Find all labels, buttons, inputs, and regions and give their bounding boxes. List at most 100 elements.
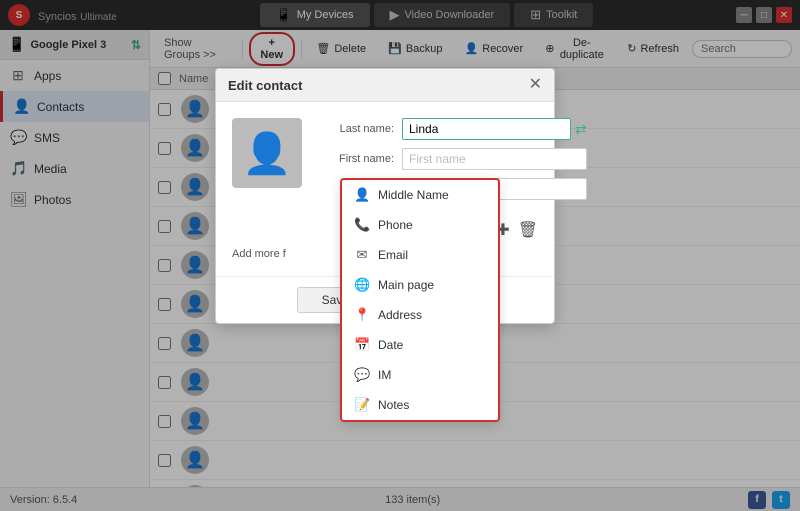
row-checkbox[interactable] — [158, 220, 171, 233]
sidebar-item-contacts[interactable]: 👤 Contacts — [0, 91, 149, 122]
play-icon: ▶ — [390, 7, 400, 23]
backup-button[interactable]: 💾 Backup — [379, 38, 451, 59]
app-name: Syncios Ultimate — [38, 8, 117, 23]
sync-flag-icon: ⇄ — [575, 121, 587, 138]
sms-icon: 💬 — [10, 129, 26, 146]
first-name-input[interactable] — [402, 148, 587, 170]
modal-close-button[interactable]: ✕ — [529, 77, 542, 93]
contact-avatar-placeholder: 👤 — [232, 118, 302, 188]
recover-icon: 👤 — [465, 42, 479, 55]
sidebar-item-apps[interactable]: ⊞ Apps — [0, 60, 149, 91]
row-checkbox[interactable] — [158, 376, 171, 389]
modal-body: 👤 Last name: ⇄ First name: Company: — [216, 102, 554, 276]
row-checkbox[interactable] — [158, 415, 171, 428]
grid-icon: ⊞ — [530, 7, 541, 23]
maximize-button[interactable]: □ — [756, 7, 772, 23]
avatar: 👤 — [181, 212, 209, 240]
facebook-icon[interactable]: f — [748, 491, 766, 509]
delete-button[interactable]: 🗑 Delete — [307, 38, 375, 59]
minimize-button[interactable]: ─ — [736, 7, 752, 23]
close-button[interactable]: ✕ — [776, 7, 792, 23]
sync-icon: ⇅ — [131, 38, 141, 52]
row-checkbox[interactable] — [158, 142, 171, 155]
sidebar-item-photos[interactable]: 🖼 Photos — [0, 184, 149, 215]
table-row: 👤 — [150, 402, 800, 441]
avatar: 👤 — [181, 368, 209, 396]
last-name-label: Last name: — [314, 123, 394, 135]
avatar: 👤 — [181, 329, 209, 357]
media-icon: 🎵 — [10, 160, 26, 177]
table-row: 👤 — [150, 363, 800, 402]
sidebar: 📱 Google Pixel 3 ⇅ ⊞ Apps 👤 Contacts 💬 S… — [0, 30, 150, 487]
title-bar-nav: 📱 My Devices ▶ Video Downloader ⊞ Toolki… — [260, 3, 594, 27]
social-icons: f t — [748, 491, 790, 509]
avatar: 👤 — [181, 446, 209, 474]
row-checkbox[interactable] — [158, 337, 171, 350]
title-bar: S Syncios Ultimate 📱 My Devices ▶ Video … — [0, 0, 800, 30]
cancel-button[interactable]: Cancel — [386, 287, 473, 313]
recover-button[interactable]: 👤 Recover — [456, 38, 533, 59]
device-header: 📱 Google Pixel 3 ⇅ — [0, 30, 149, 60]
tab-my-devices[interactable]: 📱 My Devices — [260, 3, 370, 27]
deduplicate-button[interactable]: ⊕ De-duplicate — [536, 33, 614, 65]
company-input[interactable] — [402, 178, 587, 200]
refresh-button[interactable]: ↻ Refresh — [618, 38, 688, 59]
select-all-checkbox[interactable] — [158, 72, 171, 85]
photos-icon: 🖼 — [10, 191, 26, 208]
add-more-row: Add more f — [232, 248, 538, 260]
avatar: 👤 — [181, 173, 209, 201]
tab-toolkit[interactable]: ⊞ Toolkit — [514, 3, 593, 27]
add-photo-button[interactable]: ✚ — [496, 220, 509, 240]
separator-2 — [301, 39, 302, 59]
modal-footer: Save Cancel — [216, 276, 554, 323]
avatar: 👤 — [181, 134, 209, 162]
avatar: 👤 — [181, 95, 209, 123]
row-checkbox[interactable] — [158, 454, 171, 467]
save-button[interactable]: Save — [297, 287, 374, 313]
avatar: 👤 — [181, 251, 209, 279]
device-name: Google Pixel 3 — [30, 39, 106, 51]
edit-contact-modal: Edit contact ✕ 👤 Last name: ⇄ First name… — [215, 68, 555, 324]
modal-header: Edit contact ✕ — [216, 69, 554, 102]
search-input[interactable] — [692, 40, 792, 58]
phone-icon: 📱 — [276, 7, 292, 23]
app-logo: S — [8, 4, 30, 26]
tab-video-downloader[interactable]: ▶ Video Downloader — [374, 3, 511, 27]
row-checkbox[interactable] — [158, 103, 171, 116]
sidebar-item-sms[interactable]: 💬 SMS — [0, 122, 149, 153]
company-row: Company: — [314, 178, 587, 200]
sidebar-item-media[interactable]: 🎵 Media — [0, 153, 149, 184]
backup-icon: 💾 — [388, 42, 402, 55]
show-groups[interactable]: Show Groups >> — [158, 35, 236, 63]
add-more-label: Add more f — [232, 248, 286, 260]
modal-title: Edit contact — [228, 78, 302, 93]
delete-photo-button[interactable]: 🗑 — [518, 220, 538, 240]
window-controls: ─ □ ✕ — [736, 7, 792, 23]
apps-icon: ⊞ — [10, 67, 26, 84]
new-button[interactable]: + New — [249, 32, 295, 66]
row-checkbox[interactable] — [158, 298, 171, 311]
delete-icon: 🗑 — [316, 42, 330, 55]
table-row: 👤 — [150, 324, 800, 363]
avatar: 👤 — [181, 407, 209, 435]
row-checkbox[interactable] — [158, 181, 171, 194]
last-name-input[interactable] — [402, 118, 571, 140]
row-checkbox[interactable] — [158, 259, 171, 272]
twitter-icon[interactable]: t — [772, 491, 790, 509]
avatar-section: 👤 Last name: ⇄ First name: Company: — [232, 118, 538, 208]
toolbar: Show Groups >> + New 🗑 Delete 💾 Backup 👤… — [150, 30, 800, 68]
table-row: 👤 — [150, 480, 800, 487]
status-bar: Version: 6.5.4 133 item(s) f t — [0, 487, 800, 511]
separator-1 — [242, 39, 243, 59]
form-fields: Last name: ⇄ First name: Company: — [314, 118, 587, 208]
first-name-label: First name: — [314, 153, 394, 165]
table-row: 👤 — [150, 441, 800, 480]
item-count: 133 item(s) — [385, 494, 440, 506]
last-name-row: Last name: ⇄ — [314, 118, 587, 140]
avatar: 👤 — [181, 290, 209, 318]
first-name-row: First name: — [314, 148, 587, 170]
title-bar-left: S Syncios Ultimate — [8, 4, 117, 26]
device-icon: 📱 — [8, 36, 25, 53]
contacts-icon: 👤 — [13, 98, 29, 115]
refresh-icon: ↻ — [627, 42, 636, 55]
